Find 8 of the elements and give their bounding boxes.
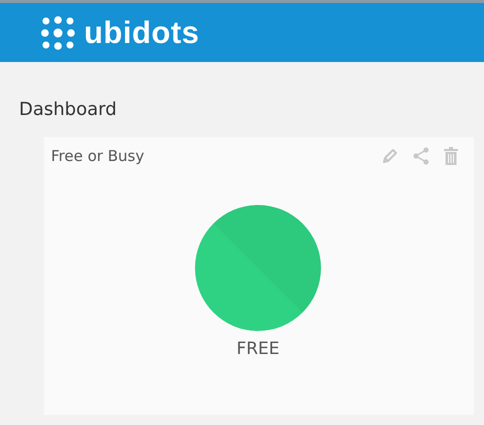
edit-icon[interactable] xyxy=(382,148,398,164)
trash-icon[interactable] xyxy=(444,147,458,165)
share-icon[interactable] xyxy=(412,147,430,165)
logo-icon xyxy=(40,14,76,50)
widget-title: Free or Busy xyxy=(51,147,144,165)
status-label: FREE xyxy=(236,339,280,359)
page-title: Dashboard xyxy=(19,99,118,122)
logo-text: ubidots xyxy=(84,14,200,50)
